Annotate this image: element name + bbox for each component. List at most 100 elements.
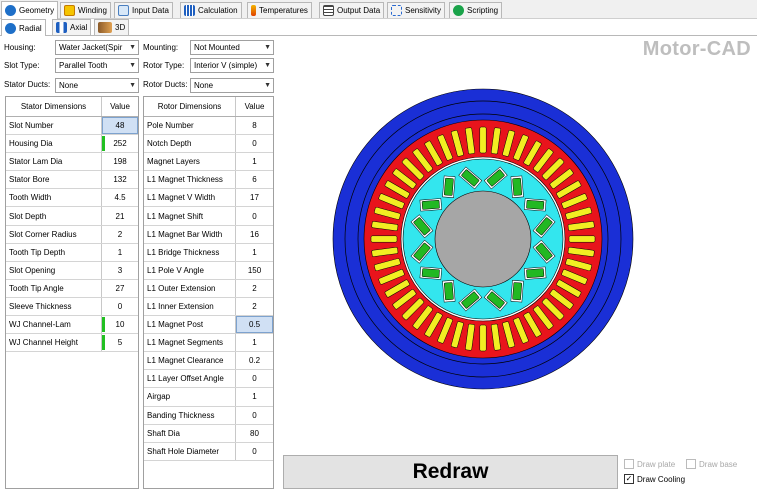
table-row[interactable]: Airgap 1 bbox=[144, 388, 273, 407]
row-value-cell[interactable]: 3 bbox=[102, 262, 138, 279]
row-value-cell[interactable]: 150 bbox=[236, 262, 273, 279]
table-row[interactable]: Tooth Width 4.5 bbox=[6, 189, 138, 208]
row-value-cell[interactable]: 10 bbox=[102, 316, 138, 333]
row-value-cell[interactable]: 0.2 bbox=[236, 352, 273, 369]
table-row[interactable]: Slot Corner Radius 2 bbox=[6, 225, 138, 244]
table-row[interactable]: L1 Magnet Segments 1 bbox=[144, 334, 273, 353]
table-row[interactable]: WJ Channel-Lam 10 bbox=[6, 316, 138, 335]
table-row[interactable]: L1 Layer Offset Angle 0 bbox=[144, 370, 273, 389]
row-value-cell[interactable]: 2 bbox=[236, 280, 273, 297]
row-value-cell[interactable]: 0 bbox=[236, 207, 273, 224]
table-row[interactable]: WJ Channel Height 5 bbox=[6, 334, 138, 353]
table-row[interactable]: L1 Magnet Post 0.5 bbox=[144, 316, 273, 335]
table-row[interactable]: Housing Dia 252 bbox=[6, 135, 138, 154]
table-row[interactable]: L1 Magnet V Width 17 bbox=[144, 189, 273, 208]
tab-label: Scripting bbox=[467, 6, 499, 15]
table-header: Stator Dimensions Value bbox=[6, 97, 138, 117]
row-value-cell[interactable]: 1 bbox=[102, 244, 138, 261]
row-value-cell[interactable]: 0.5 bbox=[236, 316, 273, 334]
table-row[interactable]: L1 Magnet Bar Width 16 bbox=[144, 225, 273, 244]
table-row[interactable]: L1 Pole V Angle 150 bbox=[144, 261, 273, 280]
rotor-type-select[interactable]: Interior V (simple) ▼ bbox=[190, 58, 274, 73]
table-row[interactable]: Sleeve Thickness 0 bbox=[6, 297, 138, 317]
tab-axial[interactable]: Axial bbox=[52, 19, 92, 35]
row-name: L1 Magnet Clearance bbox=[144, 352, 236, 370]
draw-base-checkbox[interactable]: Draw base bbox=[686, 459, 737, 469]
modified-indicator bbox=[102, 136, 105, 152]
table-row[interactable]: Tooth Tip Depth 1 bbox=[6, 243, 138, 262]
table-row[interactable]: L1 Bridge Thickness 1 bbox=[144, 243, 273, 262]
row-value-cell[interactable]: 17 bbox=[236, 189, 273, 206]
table-row[interactable]: Tooth Tip Angle 27 bbox=[6, 279, 138, 298]
row-value: 17 bbox=[250, 193, 259, 203]
row-value-cell[interactable]: 16 bbox=[236, 226, 273, 243]
tab-geometry[interactable]: Geometry bbox=[1, 1, 59, 19]
row-value-cell[interactable]: 21 bbox=[102, 207, 138, 224]
row-value-cell[interactable]: 80 bbox=[236, 425, 273, 442]
row-value-cell[interactable]: 0 bbox=[236, 443, 273, 460]
mounting-select[interactable]: Not Mounted ▼ bbox=[190, 40, 274, 55]
row-value: 8 bbox=[252, 121, 257, 131]
tab-input-data[interactable]: Input Data bbox=[114, 2, 173, 18]
table-row[interactable]: Stator Lam Dia 198 bbox=[6, 153, 138, 172]
rotor-type-value: Interior V (simple) bbox=[194, 61, 258, 70]
rotor-ducts-select[interactable]: None ▼ bbox=[190, 78, 274, 93]
housing-select[interactable]: Water Jacket(Spir ▼ bbox=[55, 40, 139, 55]
sub-tab-bar: Radial Axial 3D bbox=[0, 19, 757, 36]
redraw-button[interactable]: Redraw bbox=[283, 455, 618, 489]
table-row[interactable]: Shaft Hole Diameter 0 bbox=[144, 442, 273, 461]
tab-3d[interactable]: 3D bbox=[94, 19, 130, 35]
table-row[interactable]: L1 Magnet Thickness 6 bbox=[144, 171, 273, 190]
row-value-cell[interactable]: 198 bbox=[102, 153, 138, 170]
table-row[interactable]: Pole Number 8 bbox=[144, 117, 273, 136]
output-data-icon bbox=[323, 5, 334, 16]
row-name: Housing Dia bbox=[6, 135, 102, 153]
tab-temperatures[interactable]: Temperatures bbox=[247, 2, 312, 18]
tab-output-data[interactable]: Output Data bbox=[319, 2, 385, 18]
table-row[interactable]: L1 Outer Extension 2 bbox=[144, 279, 273, 298]
row-value-cell[interactable]: 48 bbox=[102, 117, 138, 135]
table-row[interactable]: L1 Magnet Clearance 0.2 bbox=[144, 352, 273, 371]
draw-cooling-checkbox[interactable]: ✓ Draw Cooling bbox=[624, 474, 685, 484]
slot-type-select[interactable]: Parallel Tooth ▼ bbox=[55, 58, 139, 73]
row-value: 1 bbox=[252, 157, 257, 167]
row-value-cell[interactable]: 27 bbox=[102, 280, 138, 297]
row-value-cell[interactable]: 1 bbox=[236, 153, 273, 170]
row-value-cell[interactable]: 1 bbox=[236, 244, 273, 261]
table-row[interactable]: Shaft Dia 80 bbox=[144, 424, 273, 443]
table-row[interactable]: L1 Magnet Shift 0 bbox=[144, 207, 273, 226]
draw-cooling-label: Draw Cooling bbox=[637, 474, 686, 484]
row-value-cell[interactable]: 6 bbox=[236, 171, 273, 188]
row-value-cell[interactable]: 1 bbox=[236, 334, 273, 351]
row-value-cell[interactable]: 0 bbox=[236, 135, 273, 152]
row-value-cell[interactable]: 2 bbox=[236, 298, 273, 315]
table-row[interactable]: Slot Opening 3 bbox=[6, 261, 138, 280]
row-value-cell[interactable]: 4.5 bbox=[102, 189, 138, 206]
rotor-ducts-label: Rotor Ducts: bbox=[143, 80, 188, 89]
table-row[interactable]: Banding Thickness 0 bbox=[144, 406, 273, 425]
stator-ducts-select[interactable]: None ▼ bbox=[55, 78, 139, 93]
tab-calculation[interactable]: Calculation bbox=[180, 2, 242, 18]
table-row[interactable]: L1 Inner Extension 2 bbox=[144, 297, 273, 317]
table-row[interactable]: Slot Depth 21 bbox=[6, 207, 138, 226]
row-value-cell[interactable]: 5 bbox=[102, 334, 138, 351]
table-row[interactable]: Magnet Layers 1 bbox=[144, 153, 273, 172]
table-row[interactable]: Notch Depth 0 bbox=[144, 135, 273, 154]
row-value-cell[interactable]: 132 bbox=[102, 171, 138, 188]
row-value-cell[interactable]: 252 bbox=[102, 135, 138, 152]
table-row[interactable]: Stator Bore 132 bbox=[6, 171, 138, 190]
tab-scripting[interactable]: Scripting bbox=[449, 2, 503, 18]
row-value-cell[interactable]: 8 bbox=[236, 117, 273, 134]
row-value-cell[interactable]: 2 bbox=[102, 226, 138, 243]
row-value-cell[interactable]: 0 bbox=[102, 298, 138, 315]
row-value: 132 bbox=[113, 175, 127, 185]
tab-radial[interactable]: Radial bbox=[1, 19, 46, 36]
draw-plate-checkbox[interactable]: Draw plate bbox=[624, 459, 675, 469]
row-value-cell[interactable]: 1 bbox=[236, 388, 273, 405]
tab-sensitivity[interactable]: Sensitivity bbox=[387, 2, 446, 18]
row-value-cell[interactable]: 0 bbox=[236, 370, 273, 387]
table-row[interactable]: Slot Number 48 bbox=[6, 117, 138, 136]
row-value-cell[interactable]: 0 bbox=[236, 407, 273, 424]
tab-winding[interactable]: Winding bbox=[60, 2, 111, 18]
chevron-down-icon: ▼ bbox=[264, 62, 271, 69]
